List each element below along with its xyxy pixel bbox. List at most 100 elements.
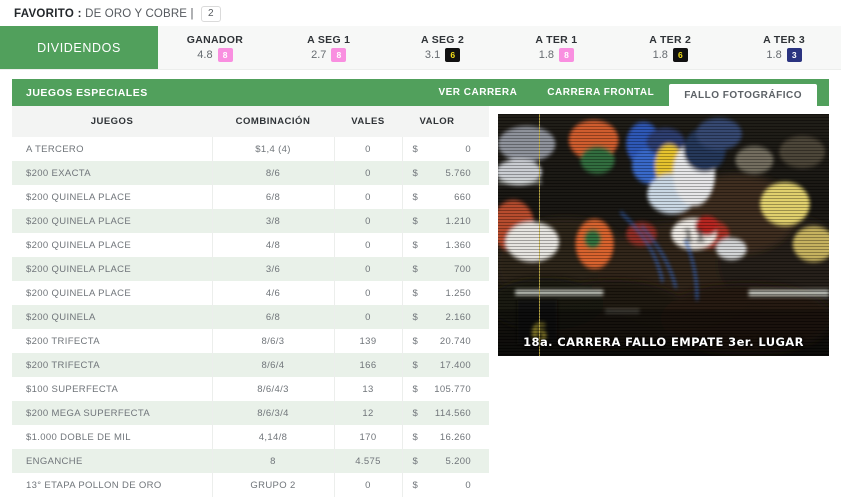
cell-juego: $200 EXACTA: [26, 167, 91, 179]
cell-vales: 0: [334, 305, 403, 329]
photo-finish-caption: 18a. CARRERA FALLO EMPATE 3er. LUGAR: [523, 335, 804, 349]
odds-value: 3.1: [424, 49, 441, 61]
table-row: $200 TRIFECTA 8/6/3 139 $20.740: [12, 329, 490, 353]
cell-combinacion: GRUPO 2: [211, 473, 335, 497]
cell-valor: 0: [465, 479, 472, 491]
runner-badge: 6: [445, 48, 461, 62]
cell-combinacion: 6/8: [211, 305, 335, 329]
cell-valor: 114.560: [434, 407, 472, 419]
cell-vales: 0: [334, 137, 403, 161]
cell-currency: $: [412, 407, 419, 419]
table-row: $200 QUINELA PLACE 6/8 0 $660: [12, 185, 490, 209]
odds-tab-ganador[interactable]: GANADOR 4.8 8: [158, 26, 272, 69]
favorite-name: DE ORO Y COBRE |: [85, 8, 194, 20]
table-head: JUEGOS COMBINACIÓN VALES VALOR: [12, 106, 490, 137]
cell-vales: 13: [334, 377, 403, 401]
odds-tab-a-seg-1[interactable]: A SEG 1 2.7 8: [272, 26, 386, 69]
tab-dividendos[interactable]: DIVIDENDOS: [0, 26, 158, 69]
odds-name: GANADOR: [186, 34, 244, 46]
odds-name: A SEG 1: [307, 34, 351, 46]
odds-tab-a-seg-2[interactable]: A SEG 2 3.1 6: [386, 26, 500, 69]
cell-currency: $: [412, 215, 419, 227]
cell-valor: 1.210: [445, 215, 472, 227]
favorite-label: FAVORITO :: [14, 8, 82, 20]
odds-name: A TER 3: [763, 34, 806, 46]
cell-combinacion: 6/8: [211, 185, 335, 209]
cell-juego: 13° ETAPA POLLON DE ORO: [26, 479, 162, 491]
odds-value: 1.8: [652, 49, 668, 61]
table-row: $200 QUINELA PLACE 3/8 0 $1.210: [12, 209, 490, 233]
cell-currency: $: [412, 287, 419, 299]
cell-combinacion: 8/6: [211, 161, 335, 185]
cell-valor: 5.200: [445, 455, 472, 467]
cell-vales: 166: [334, 353, 403, 377]
cell-combinacion: 8/6/3/4: [211, 401, 335, 425]
cell-currency: $: [412, 383, 419, 395]
cell-valor: 105.770: [434, 383, 472, 395]
cell-combinacion: 4/6: [211, 281, 335, 305]
odds-value: 1.8: [766, 49, 782, 61]
table-row: $200 QUINELA 6/8 0 $2.160: [12, 305, 490, 329]
col-header-valor: VALOR: [402, 106, 490, 137]
tab-carrera-frontal[interactable]: CARRERA FRONTAL: [532, 79, 669, 106]
cell-currency: $: [412, 167, 419, 179]
favorite-bar: FAVORITO : DE ORO Y COBRE | 2: [0, 0, 841, 26]
cell-valor: 17.400: [439, 359, 472, 371]
cell-currency: $: [412, 239, 419, 251]
runner-badge: 8: [217, 48, 233, 62]
cell-valor: 660: [454, 191, 472, 203]
cell-vales: 170: [334, 425, 403, 449]
cell-valor: 0: [465, 143, 472, 155]
table-row: $100 SUPERFECTA 8/6/4/3 13 $105.770: [12, 377, 490, 401]
table-row: $200 QUINELA PLACE 4/6 0 $1.250: [12, 281, 490, 305]
cell-juego: $200 QUINELA PLACE: [26, 239, 132, 251]
cell-currency: $: [412, 431, 419, 443]
tab-fallo-fotografico[interactable]: FALLO FOTOGRÁFICO: [669, 84, 817, 106]
odds-tab-a-ter-3[interactable]: A TER 3 1.8 3: [727, 26, 841, 69]
col-header-combinacion: COMBINACIÓN: [212, 106, 334, 137]
cell-currency: $: [412, 479, 419, 491]
table-row: 13° ETAPA POLLON DE ORO GRUPO 2 0 $0: [12, 473, 490, 497]
runner-badge: 8: [331, 48, 347, 62]
cell-vales: 0: [334, 473, 403, 497]
cell-juego: $200 QUINELA PLACE: [26, 263, 132, 275]
odds-tab-a-ter-1[interactable]: A TER 1 1.8 8: [499, 26, 613, 69]
cell-valor: 20.740: [439, 335, 472, 347]
cell-combinacion: 4/8: [211, 233, 335, 257]
photo-finish-canvas: 11 6: [498, 114, 829, 356]
section-header: JUEGOS ESPECIALES VER CARRERA CARRERA FR…: [12, 79, 829, 106]
cell-currency: $: [412, 311, 419, 323]
cell-juego: ENGANCHE: [26, 455, 83, 467]
cell-juego: $200 QUINELA PLACE: [26, 191, 132, 203]
col-header-juegos: JUEGOS: [12, 106, 212, 137]
odds-tab-a-ter-2[interactable]: A TER 2 1.8 6: [613, 26, 727, 69]
odds-name: A TER 1: [535, 34, 578, 46]
cell-juego: $200 MEGA SUPERFECTA: [26, 407, 151, 419]
cell-juego: $200 TRIFECTA: [26, 359, 100, 371]
runner-badge: 8: [559, 48, 575, 62]
table-row: $1.000 DOBLE DE MIL 4,14/8 170 $16.260: [12, 425, 490, 449]
cell-combinacion: 8: [211, 449, 335, 473]
cell-combinacion: 3/8: [211, 209, 335, 233]
cell-vales: 0: [334, 185, 403, 209]
table-row: $200 QUINELA PLACE 3/6 0 $700: [12, 257, 490, 281]
photo-finish-wrapper: 11 6: [489, 106, 829, 497]
finish-line-marker: [539, 114, 540, 356]
odds-value: 4.8: [197, 49, 213, 61]
cell-juego: A TERCERO: [26, 143, 84, 155]
cell-vales: 139: [334, 329, 403, 353]
cell-vales: 0: [334, 281, 403, 305]
cell-valor: 5.760: [445, 167, 472, 179]
cell-juego: $200 QUINELA: [26, 311, 96, 323]
cell-vales: 12: [334, 401, 403, 425]
photo-finish-image[interactable]: 11 6: [498, 114, 829, 356]
section-tabs: VER CARRERA CARRERA FRONTAL FALLO FOTOGR…: [423, 79, 817, 106]
table-header-row: JUEGOS COMBINACIÓN VALES VALOR: [12, 106, 490, 137]
cell-valor: 16.260: [439, 431, 472, 443]
tab-ver-carrera[interactable]: VER CARRERA: [423, 79, 532, 106]
cell-currency: $: [412, 359, 419, 371]
table-row: $200 MEGA SUPERFECTA 8/6/3/4 12 $114.560: [12, 401, 490, 425]
cell-currency: $: [412, 455, 419, 467]
cell-juego: $100 SUPERFECTA: [26, 383, 119, 395]
runner-badge: 3: [786, 48, 802, 62]
